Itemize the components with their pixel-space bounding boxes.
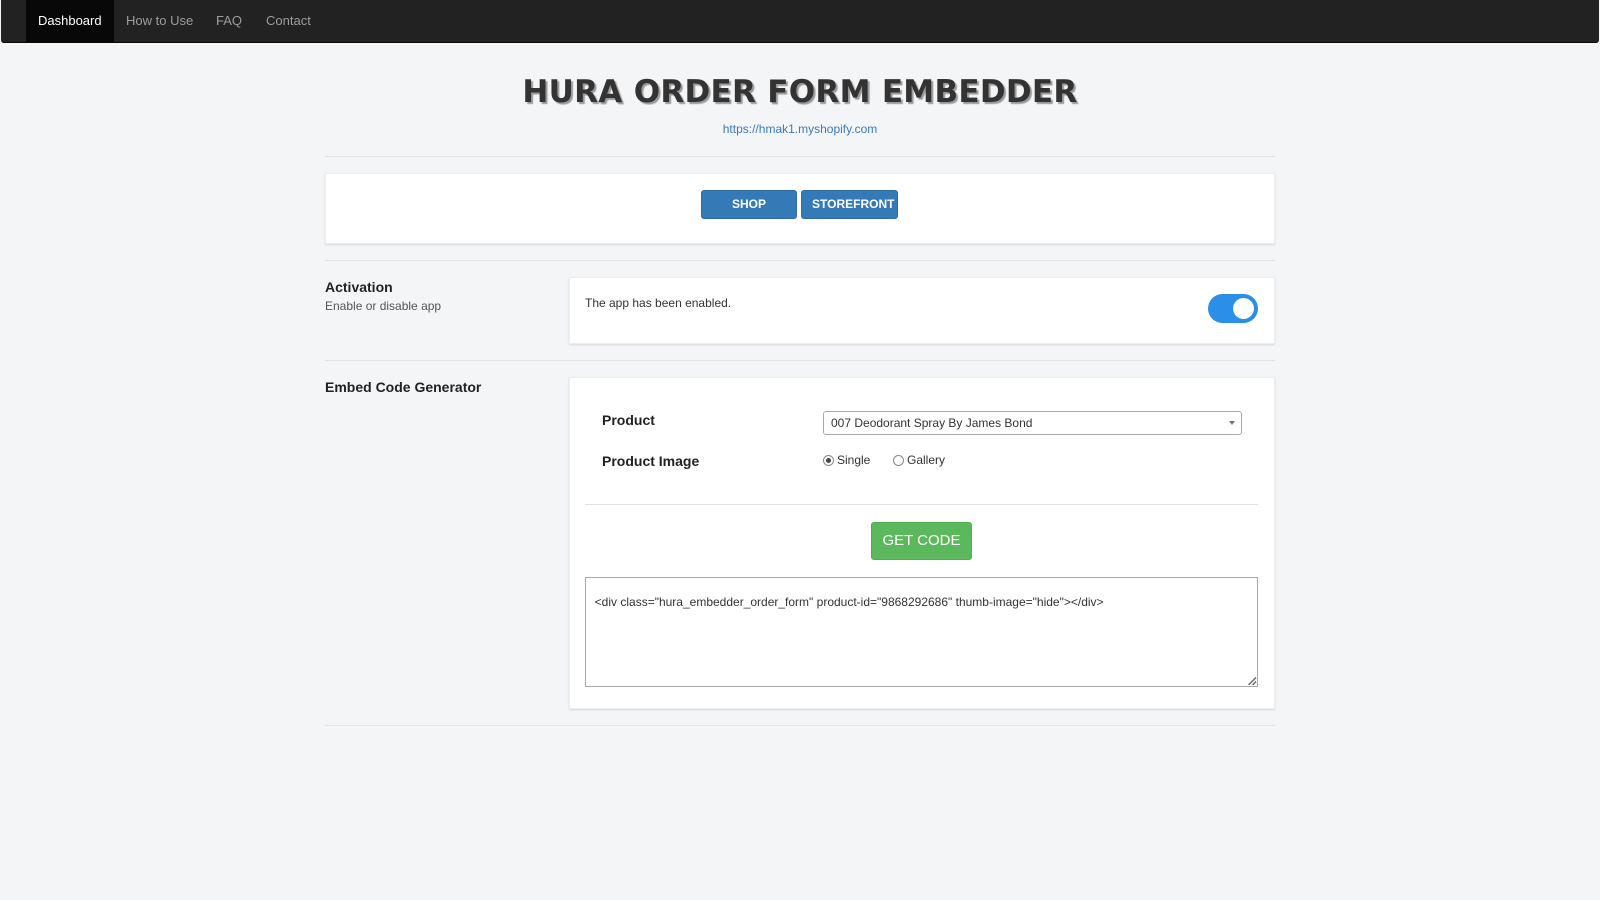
activation-subtitle: Enable or disable app <box>325 299 442 313</box>
embed-code-textarea[interactable]: <div class="hura_embedder_order_form" pr… <box>585 577 1258 687</box>
divider <box>325 260 1275 261</box>
nav-faq[interactable]: FAQ <box>204 0 254 42</box>
activation-status: The app has been enabled. <box>585 296 732 310</box>
top-navbar: Dashboard How to Use FAQ Contact <box>1 0 1599 43</box>
nav-contact[interactable]: Contact <box>254 0 323 42</box>
product-label: Product <box>602 412 655 428</box>
nav-dashboard[interactable]: Dashboard <box>26 0 114 42</box>
get-code-button[interactable]: GET CODE <box>871 522 972 560</box>
radio-single[interactable] <box>823 455 834 466</box>
shop-url-link[interactable]: https://hmak1.myshopify.com <box>0 122 1600 136</box>
product-image-label: Product Image <box>602 453 700 469</box>
product-select[interactable]: 007 Deodorant Spray By James Bond <box>823 411 1242 435</box>
chevron-down-icon <box>1229 421 1235 425</box>
shop-admin-button[interactable]: SHOP ADMIN <box>701 190 797 238</box>
links-panel <box>325 173 1275 244</box>
activation-title: Activation <box>325 279 393 295</box>
resize-handle-icon[interactable] <box>1248 677 1256 685</box>
activation-toggle[interactable] <box>1208 294 1258 323</box>
product-select-value: 007 Deodorant Spray By James Bond <box>831 416 1033 430</box>
storefront-button[interactable]: STOREFRONT <box>801 190 898 219</box>
divider <box>585 504 1258 505</box>
radio-single-label[interactable]: Single <box>837 453 870 467</box>
radio-gallery[interactable] <box>893 455 904 466</box>
radio-gallery-label[interactable]: Gallery <box>907 453 945 467</box>
toggle-knob <box>1233 298 1254 319</box>
embed-code-text: <div class="hura_embedder_order_form" pr… <box>594 595 1104 609</box>
embed-title: Embed Code Generator <box>325 379 482 395</box>
divider <box>325 156 1275 157</box>
page-title: HURA ORDER FORM EMBEDDER <box>522 74 1078 110</box>
activation-panel <box>569 277 1275 344</box>
nav-how-to-use[interactable]: How to Use <box>114 0 205 42</box>
divider <box>325 725 1275 726</box>
divider <box>325 360 1275 361</box>
